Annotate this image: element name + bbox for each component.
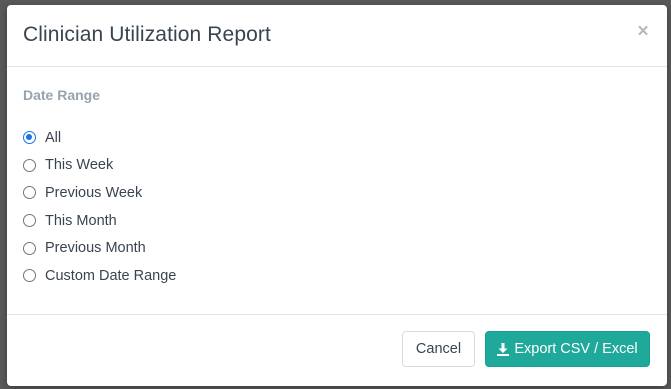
download-icon — [497, 342, 510, 356]
radio-button[interactable] — [23, 269, 36, 283]
radio-label[interactable]: All — [45, 130, 61, 146]
radio-label[interactable]: Previous Week — [45, 185, 142, 201]
radio-button[interactable] — [23, 241, 36, 255]
modal-header: Clinician Utilization Report × — [7, 5, 667, 67]
radio-label[interactable]: This Month — [45, 213, 117, 229]
radio-option-custom-date-range[interactable]: Custom Date Range — [23, 262, 176, 290]
modal-footer: Cancel Export CSV / Excel — [7, 315, 667, 386]
close-button[interactable]: × — [635, 22, 651, 42]
report-modal: Clinician Utilization Report × Date Rang… — [7, 5, 667, 386]
radio-option-all[interactable]: All — [23, 124, 176, 152]
modal-title: Clinician Utilization Report — [23, 23, 271, 46]
radio-button[interactable] — [23, 131, 36, 145]
radio-option-previous-week[interactable]: Previous Week — [23, 179, 176, 207]
radio-label[interactable]: Previous Month — [45, 240, 146, 256]
radio-option-this-month[interactable]: This Month — [23, 207, 176, 235]
radio-label[interactable]: This Week — [45, 157, 113, 173]
radio-button[interactable] — [23, 158, 36, 172]
close-icon[interactable]: × — [637, 21, 648, 42]
radio-button[interactable] — [23, 186, 36, 200]
cancel-button[interactable]: Cancel — [402, 331, 475, 367]
modal-body: Date Range All This Week Previous Week T… — [7, 67, 667, 315]
date-range-options: All This Week Previous Week This Month P… — [23, 124, 176, 290]
export-csv-button[interactable]: Export CSV / Excel — [485, 331, 650, 367]
radio-option-this-week[interactable]: This Week — [23, 152, 176, 180]
radio-button[interactable] — [23, 214, 36, 228]
radio-option-previous-month[interactable]: Previous Month — [23, 234, 176, 262]
date-range-label: Date Range — [23, 87, 101, 103]
radio-label[interactable]: Custom Date Range — [45, 268, 176, 284]
export-button-label[interactable]: Export CSV / Excel — [514, 341, 637, 357]
